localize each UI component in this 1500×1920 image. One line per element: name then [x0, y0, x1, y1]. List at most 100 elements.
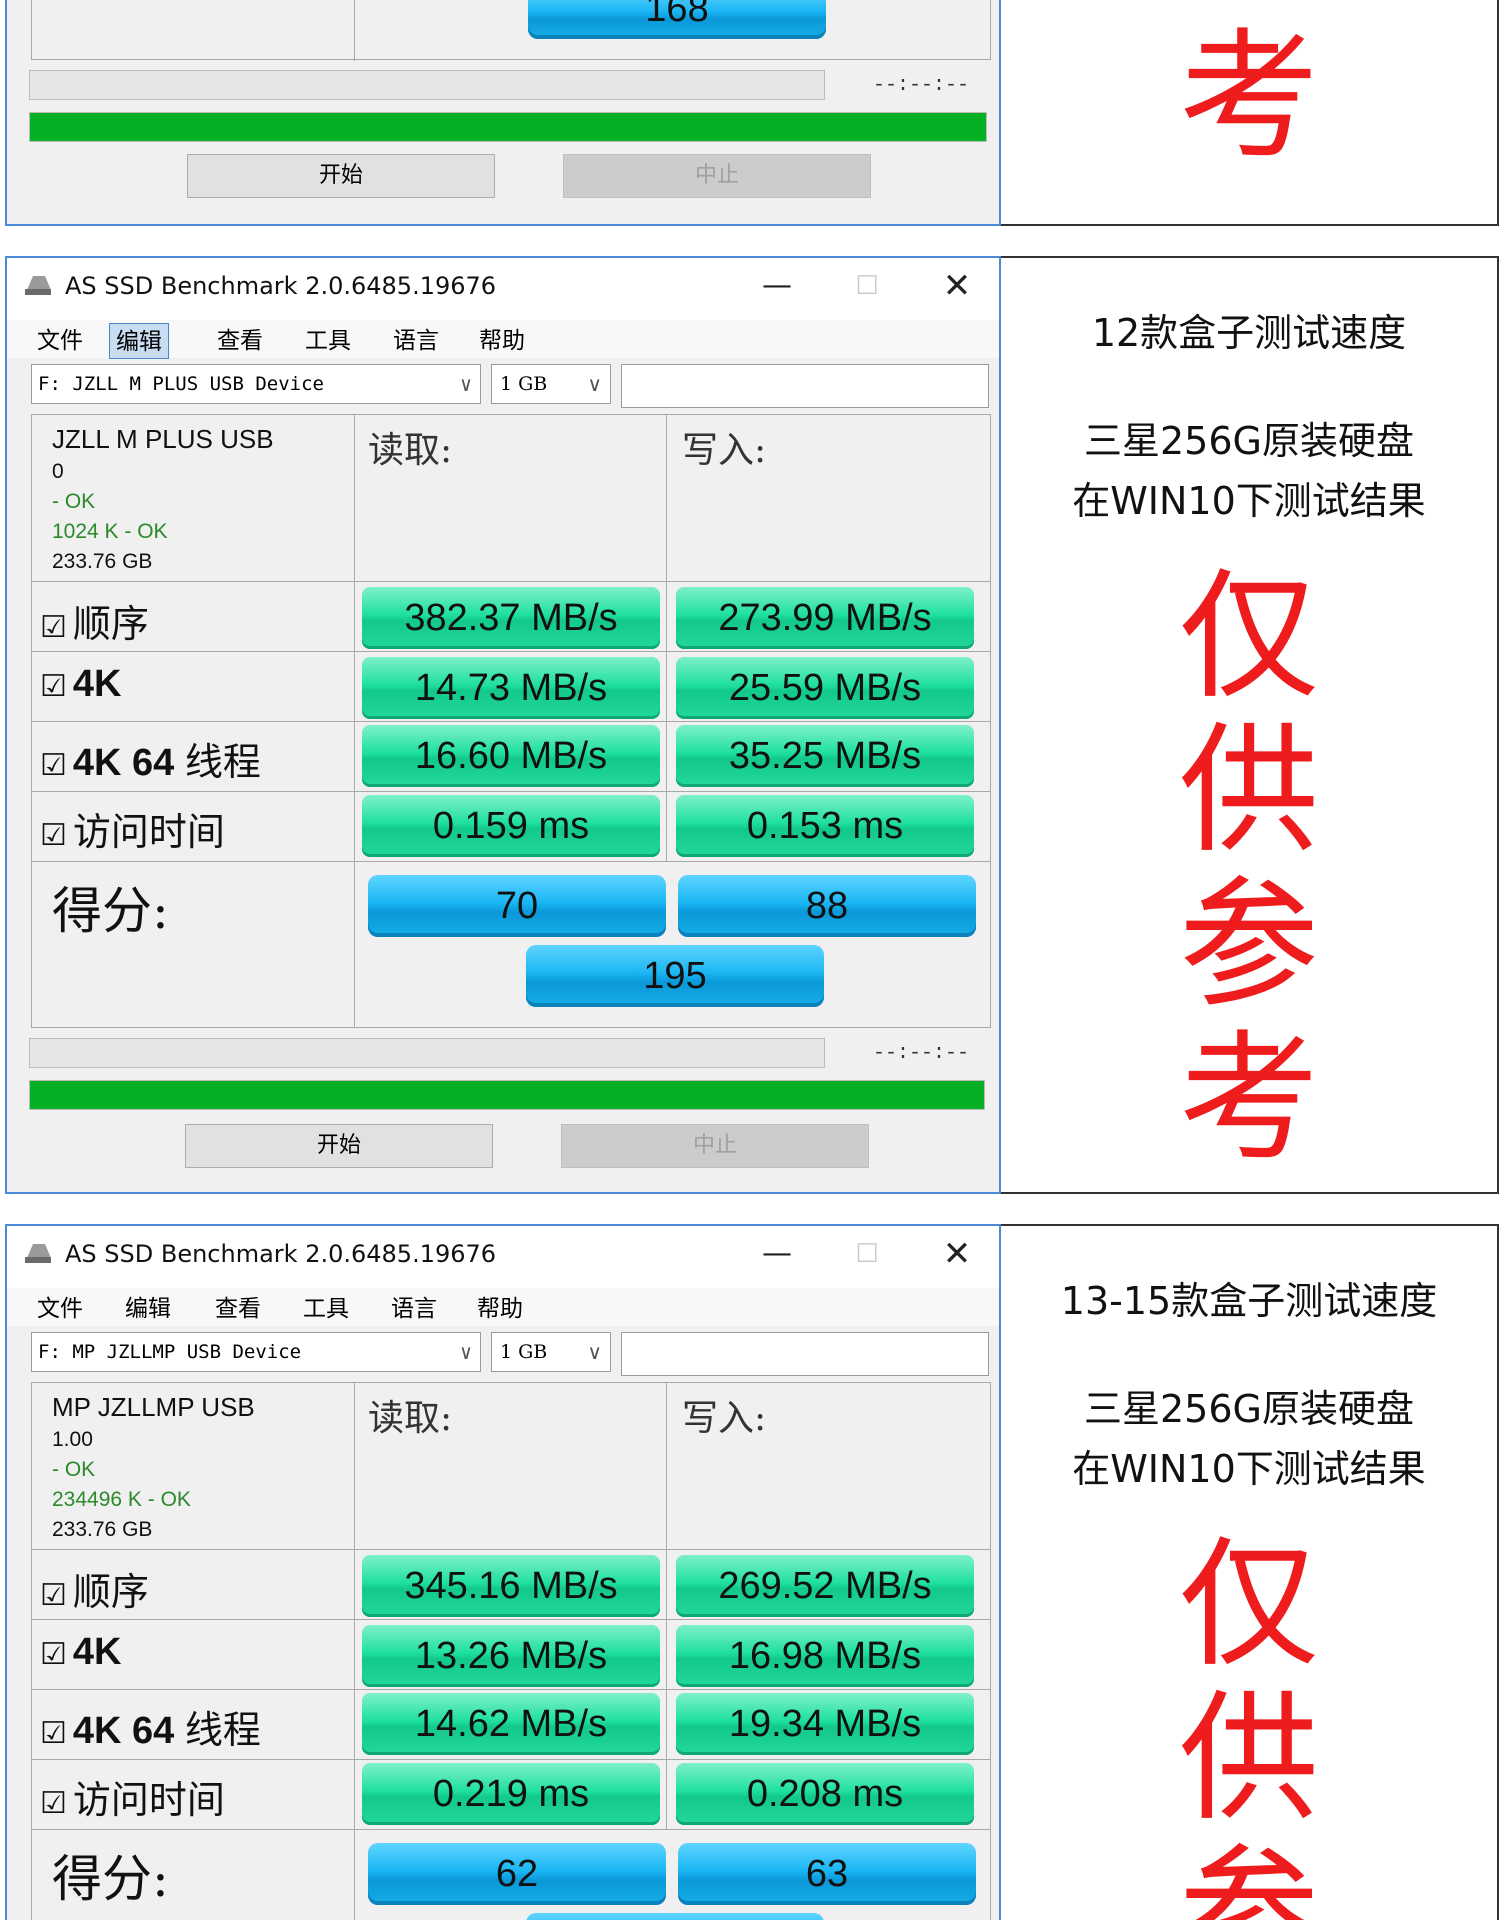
score-label: 得分: [52, 1850, 169, 1908]
checkbox-icon: ☑ [40, 819, 67, 852]
start-button[interactable]: 开始 [185, 1124, 493, 1168]
row-access-time-label[interactable]: ☑ 访问时间 [40, 801, 225, 856]
results-grid: JZLL M PLUS USB 0 - OK 1024 K - OK 233.7… [31, 414, 991, 1028]
window-title: AS SSD Benchmark 2.0.6485.19676 [65, 1240, 497, 1268]
row-4k-label[interactable]: ☑ 4K [40, 663, 121, 706]
menu-bar: 文件 编辑 查看 工具 语言 帮助 [7, 1288, 999, 1326]
total-score-bar [526, 1913, 824, 1920]
row-label-bold: 4K 64 [72, 1710, 175, 1752]
maximize-button[interactable]: ☐ [837, 1234, 897, 1274]
capacity: 233.76 GB [52, 1518, 153, 1541]
divider [354, 0, 355, 61]
total-score-bar: 195 [526, 945, 824, 1007]
write-header: 写入: [682, 1398, 767, 1439]
4k64-write-result: 35.25 MB/s [676, 725, 974, 787]
checkbox-icon: ☑ [40, 749, 67, 782]
progress-bar-empty [29, 1038, 825, 1068]
stop-button[interactable]: 中止 [561, 1124, 869, 1168]
row-seq-label[interactable]: ☑ 顺序 [40, 1561, 149, 1616]
driver-status: - OK [52, 1458, 96, 1481]
close-button[interactable]: ✕ [927, 1234, 987, 1274]
divider [32, 1619, 990, 1620]
progress-bar-complete [29, 1080, 985, 1110]
menu-tools[interactable]: 工具 [297, 1291, 355, 1327]
capacity: 233.76 GB [52, 550, 153, 573]
row-4k-label[interactable]: ☑ 4K [40, 1631, 121, 1674]
row-label-bold: 4K 64 [72, 742, 175, 784]
row-label-text: 访问时间 [72, 810, 225, 854]
row-4k64-label[interactable]: ☑ 4K 64 线程 [40, 731, 261, 786]
start-button[interactable]: 开始 [187, 154, 495, 198]
window-title: AS SSD Benchmark 2.0.6485.19676 [65, 272, 497, 300]
size-select-value: 1 GB [500, 373, 548, 395]
note-title: 13-15款盒子测试速度 [1060, 1279, 1438, 1323]
4k-write-result: 25.59 MB/s [676, 657, 974, 719]
note-panel: 13-15款盒子测试速度 三星256G原装硬盘 在WIN10下测试结果 仅 供 … [1001, 1224, 1499, 1920]
access-write-result: 0.153 ms [676, 795, 974, 857]
drive-select-value: F: JZLL M PLUS USB Device [38, 373, 324, 395]
menu-help[interactable]: 帮助 [473, 323, 531, 359]
menu-tools[interactable]: 工具 [299, 323, 357, 359]
menu-file[interactable]: 文件 [31, 323, 89, 359]
note-char-4: 考 [1178, 1018, 1319, 1181]
top-fragment-window: 168 --:--:-- 开始 中止 [5, 0, 1001, 226]
menu-help[interactable]: 帮助 [471, 1291, 529, 1327]
top-fragment-note: 考 [1001, 0, 1499, 226]
access-write-result: 0.208 ms [676, 1763, 974, 1825]
row-label-bold: 4K [72, 663, 122, 705]
divider [32, 581, 990, 582]
close-button[interactable]: ✕ [927, 266, 987, 306]
menu-edit[interactable]: 编辑 [119, 1291, 177, 1327]
note-line-1: 三星256G原装硬盘 [1084, 419, 1414, 463]
elapsed-time: --:--:-- [873, 1042, 970, 1065]
size-select[interactable]: 1 GB ∨ [491, 1332, 611, 1372]
chevron-down-icon: ∨ [459, 372, 472, 396]
seq-read-result: 345.16 MB/s [362, 1555, 660, 1617]
4k-read-result: 13.26 MB/s [362, 1625, 660, 1687]
row-access-time-label[interactable]: ☑ 访问时间 [40, 1769, 225, 1824]
drive-select[interactable]: F: JZLL M PLUS USB Device ∨ [31, 364, 481, 404]
status-text-box[interactable] [621, 364, 989, 408]
note-char-2: 供 [1178, 710, 1319, 873]
elapsed-time: --:--:-- [873, 74, 970, 97]
write-header: 写入: [682, 430, 767, 471]
device-name: MP JZLLMP USB [52, 1392, 255, 1422]
row-seq-label[interactable]: ☑ 顺序 [40, 593, 149, 648]
access-read-result: 0.159 ms [362, 795, 660, 857]
note-title: 12款盒子测试速度 [1091, 311, 1407, 355]
divider [32, 651, 990, 652]
status-text-box[interactable] [621, 1332, 989, 1376]
divider [32, 861, 990, 862]
drive-select[interactable]: F: MP JZLLMP USB Device ∨ [31, 1332, 481, 1372]
stop-button[interactable]: 中止 [563, 154, 871, 198]
row-label-bold: 4K [72, 1631, 122, 1673]
read-score-bar: 70 [368, 875, 666, 937]
divider [32, 1759, 990, 1760]
minimize-button[interactable]: — [747, 266, 807, 306]
menu-language[interactable]: 语言 [387, 323, 445, 359]
chevron-down-icon: ∨ [459, 1340, 472, 1364]
divider [32, 791, 990, 792]
alignment-status: 1024 K - OK [52, 520, 168, 543]
benchmark-panel-1: AS SSD Benchmark 2.0.6485.19676 — ☐ ✕ 文件… [5, 256, 1499, 1194]
row-label-text: 顺序 [72, 1570, 149, 1614]
4k64-write-result: 19.34 MB/s [676, 1693, 974, 1755]
row-4k64-label[interactable]: ☑ 4K 64 线程 [40, 1699, 261, 1754]
row-label-text: 顺序 [72, 602, 149, 646]
top-fragment-panel: 168 --:--:-- 开始 中止 考 [5, 0, 1499, 226]
menu-view[interactable]: 查看 [211, 323, 269, 359]
device-name: JZLL M PLUS USB [52, 424, 274, 454]
chevron-down-icon: ∨ [587, 372, 602, 396]
size-select[interactable]: 1 GB ∨ [491, 364, 611, 404]
menu-language[interactable]: 语言 [385, 1291, 443, 1327]
menu-view[interactable]: 查看 [209, 1291, 267, 1327]
results-grid: MP JZLLMP USB 1.00 - OK 234496 K - OK 23… [31, 1382, 991, 1920]
checkbox-icon: ☑ [40, 1717, 67, 1750]
divider [666, 415, 667, 861]
menu-file[interactable]: 文件 [31, 1291, 89, 1327]
menu-edit[interactable]: 编辑 [109, 323, 169, 359]
maximize-button[interactable]: ☐ [837, 266, 897, 306]
minimize-button[interactable]: — [747, 1234, 807, 1274]
firmware-version: 1.00 [52, 1428, 93, 1451]
4k-read-result: 14.73 MB/s [362, 657, 660, 719]
